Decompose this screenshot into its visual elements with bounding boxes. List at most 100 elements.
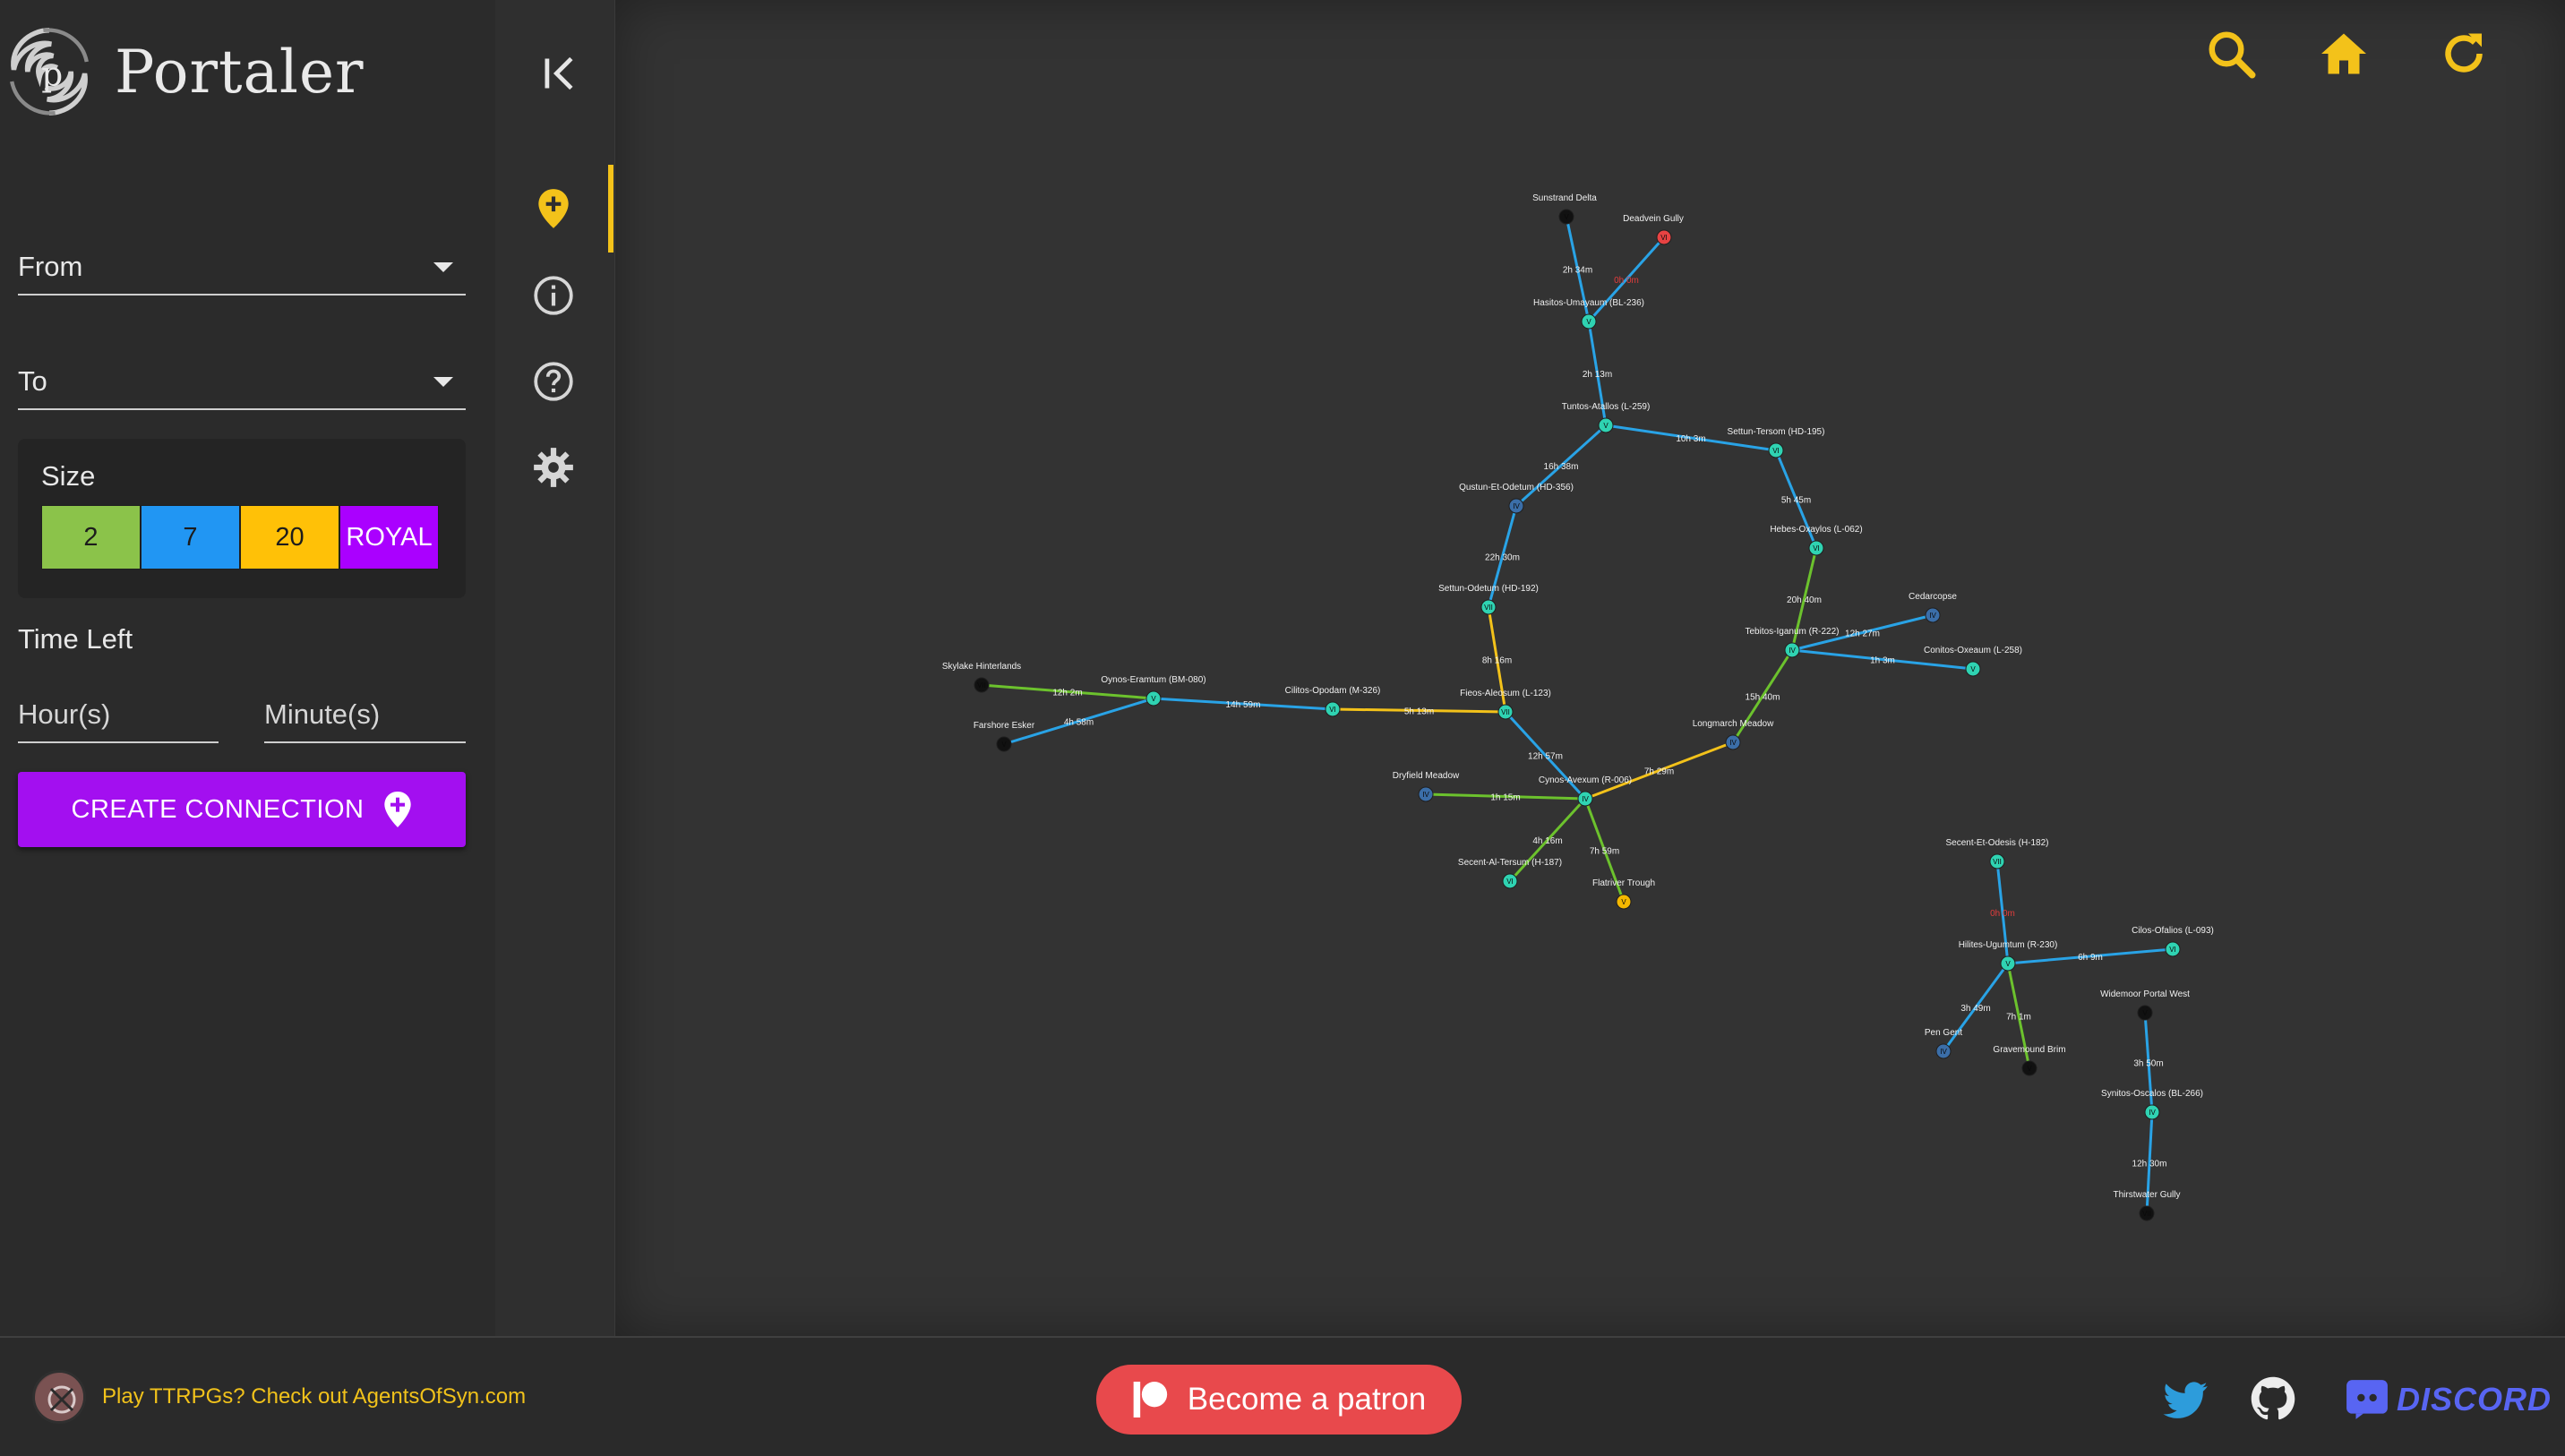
minutes-placeholder: Minute(s) (264, 698, 381, 730)
connection-time-label: 2h 13m (1583, 370, 1612, 380)
connection-time-label: 3h 49m (1960, 1004, 1990, 1014)
add-portal-pin-icon[interactable] (531, 186, 576, 231)
zone-tier-label: IV (2149, 1109, 2156, 1117)
app-logo[interactable]: p Portaler (0, 18, 365, 125)
zone-node-flatriver[interactable]: V Flatriver Trough (1592, 878, 1655, 910)
zone-node-cynos[interactable]: IV Cynos-Avexum (R-006) (1539, 775, 1632, 807)
connection-time-label: 22h 30m (1485, 553, 1520, 563)
connection-time-label: 1h 3m (1870, 656, 1895, 666)
agents-of-syn-avatar[interactable] (32, 1370, 86, 1424)
portal-graph[interactable]: 2h 34m 0h 0m 2h 13m 10h 3m 16h 38m 5h 45m 22h … (615, 0, 2565, 1336)
app-root: p Portaler From To Size 2 7 20 ROYAL Tim… (0, 0, 2565, 1456)
from-select[interactable]: From (18, 233, 466, 295)
connection-time-label: 1h 15m (1490, 793, 1520, 803)
zone-name-label: Cedarcopse (1909, 592, 1957, 602)
connection-time-label: 5h 13m (1404, 707, 1434, 717)
become-patron-button[interactable]: Become a patron (1096, 1365, 1462, 1435)
from-label: From (18, 251, 83, 282)
zone-name-label: Tebitos-Iganum (R-222) (1745, 627, 1839, 637)
zone-node-hasitos[interactable]: V Hasitos-Umayaum (BL-236) (1533, 298, 1644, 330)
zone-tier-label: IV (1940, 1048, 1947, 1056)
twitter-icon[interactable] (2162, 1375, 2210, 1422)
rail-active-indicator (608, 165, 613, 253)
zone-node-sunstrand[interactable]: V Sunstrand Delta (1532, 193, 1597, 225)
graph-nodes: V Sunstrand Delta VI Deadvein Gully V Hasitos… (942, 193, 2214, 1221)
connection-time-label: 12h 57m (1528, 752, 1563, 762)
hours-input[interactable]: Hour(s) (18, 681, 219, 743)
zone-node-secent_et[interactable]: VII Secent-Et-Odesis (H-182) (1945, 838, 2049, 869)
size-2-button[interactable]: 2 (41, 505, 141, 570)
zone-tier-label: IV (1422, 791, 1429, 799)
zone-name-label: Widemoor Portal West (2100, 989, 2190, 999)
info-icon[interactable] (531, 273, 576, 318)
zone-name-label: Settun-Tersom (HD-195) (1728, 427, 1825, 437)
discord-icon[interactable] (2345, 1375, 2389, 1422)
connection-time-label: 0h 0m (1614, 276, 1639, 286)
zone-name-label: Qustun-Et-Odetum (HD-356) (1459, 483, 1574, 492)
zone-node-cilitos[interactable]: VI Cilitos-Opodam (M-326) (1285, 686, 1381, 717)
github-icon[interactable] (2250, 1375, 2296, 1422)
size-20-button[interactable]: 20 (240, 505, 339, 570)
zone-node-deadvein[interactable]: VI Deadvein Gully (1623, 214, 1684, 245)
zone-node-settun_tersom[interactable]: VI Settun-Tersom (HD-195) (1728, 427, 1825, 458)
portaler-logo-icon: p (10, 28, 89, 116)
zone-name-label: Deadvein Gully (1623, 214, 1684, 224)
gear-icon[interactable] (531, 445, 576, 490)
icon-rail (495, 0, 615, 1336)
zone-name-label: Secent-Et-Odesis (H-182) (1945, 838, 2048, 848)
zone-tier-label: V (1970, 665, 1976, 673)
create-connection-label: CREATE CONNECTION (71, 794, 365, 824)
size-title: Size (41, 460, 96, 492)
zone-name-label: Secent-Al-Tersum (H-187) (1458, 858, 1562, 868)
help-icon[interactable] (531, 359, 576, 404)
zone-tier-label: VI (2169, 946, 2176, 954)
minutes-input[interactable]: Minute(s) (264, 681, 466, 743)
zone-node-widemoor[interactable]: V Widemoor Portal West (2100, 989, 2190, 1021)
to-select[interactable]: To (18, 347, 466, 410)
svg-text:p: p (41, 54, 63, 93)
map-pin-plus-icon (384, 792, 412, 827)
zone-tier-label: VII (1501, 708, 1510, 716)
zone-node-secent_al[interactable]: VI Secent-Al-Tersum (H-187) (1458, 858, 1562, 889)
size-7-button[interactable]: 7 (141, 505, 240, 570)
zone-name-label: Flatriver Trough (1592, 878, 1655, 888)
zone-node-longmarch[interactable]: IV Longmarch Meadow (1693, 719, 1774, 750)
zone-tier-label: VI (1813, 544, 1820, 552)
connection-time-label: 12h 30m (2132, 1160, 2167, 1169)
connection-time-label: 4h 16m (1532, 836, 1562, 846)
zone-name-label: Pen Gent (1925, 1028, 1962, 1038)
connection-time-label: 15h 40m (1746, 693, 1780, 703)
patreon-icon (1133, 1382, 1167, 1417)
create-connection-button[interactable]: CREATE CONNECTION (18, 772, 466, 847)
zone-node-gravemound[interactable]: V Gravemound Brim (1993, 1045, 2066, 1076)
zone-node-conitos[interactable]: V Conitos-Oxeaum (L-258) (1924, 646, 2022, 677)
size-royal-button[interactable]: ROYAL (339, 505, 439, 570)
zone-tier-label: VI (1660, 234, 1668, 242)
zone-tier-label: V (2142, 1009, 2148, 1017)
connection-time-label: 14h 59m (1226, 700, 1261, 710)
zone-node-cedarcopse[interactable]: IV Cedarcopse (1909, 592, 1957, 623)
collapse-sidebar-icon[interactable] (540, 54, 579, 93)
connection-time-label: 0h 0m (1990, 909, 2015, 919)
connection-time-label: 2h 34m (1563, 266, 1592, 276)
connection-time-label: 7h 1m (2006, 1013, 2031, 1023)
zone-name-label: Fieos-Aleosum (L-123) (1460, 689, 1551, 698)
to-dropdown-arrow-icon (433, 377, 453, 387)
zone-name-label: Sunstrand Delta (1532, 193, 1597, 203)
zone-node-hebes[interactable]: VI Hebes-Oxaylos (L-062) (1770, 525, 1863, 556)
zone-tier-label: VI (1329, 706, 1336, 714)
discord-label[interactable]: DISCORD (2397, 1381, 2552, 1418)
zone-name-label: Hilites-Ugumtum (R-230) (1959, 940, 2058, 950)
zone-node-qustun[interactable]: IV Qustun-Et-Odetum (HD-356) (1459, 483, 1574, 514)
zone-name-label: Oynos-Eramtum (BM-080) (1101, 675, 1205, 685)
zone-tier-label: IV (1513, 502, 1520, 510)
agents-of-syn-link[interactable]: Play TTRPGs? Check out AgentsOfSyn.com (102, 1384, 526, 1409)
zone-node-dryfield[interactable]: IV Dryfield Meadow (1393, 771, 1460, 802)
hours-placeholder: Hour(s) (18, 698, 111, 730)
time-left-title: Time Left (18, 623, 133, 655)
connection-time-label: 12h 2m (1052, 689, 1082, 698)
app-title: Portaler (115, 37, 365, 107)
zone-node-pen_gent[interactable]: IV Pen Gent (1925, 1028, 1962, 1059)
zone-tier-label: V (1564, 213, 1569, 221)
zone-node-settun_odetum[interactable]: VII Settun-Odetum (HD-192) (1438, 584, 1539, 615)
